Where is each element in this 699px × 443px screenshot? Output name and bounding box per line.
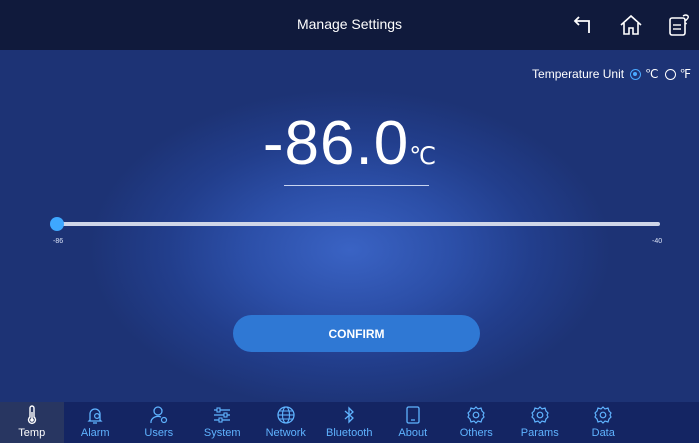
nav-item-system[interactable]: System [191,402,255,443]
nav-item-label: Temp [18,427,46,439]
gear-icon [594,406,612,424]
temperature-unit-selector: Temperature Unit ℃ ℉ [532,67,691,81]
sliders-icon [214,407,231,423]
unit-option-fahrenheit[interactable]: ℉ [664,67,691,81]
nav-item-label: System [203,427,241,439]
alarm-gear-icon [87,408,103,424]
thermometer-icon [27,405,36,425]
unit-option-label: ℉ [679,67,691,81]
gear-icon [531,406,549,424]
temperature-slider-thumb[interactable] [50,217,64,231]
nav-item-label: Users [144,427,174,439]
bluetooth-icon [344,406,355,424]
setpoint-unit: ℃ [409,143,437,170]
user-gear-icon [150,406,167,424]
nav-item-others[interactable]: Others [445,402,509,443]
nav-item-about[interactable]: About [381,402,445,443]
bottom-nav: Temp Alarm Users System Network Bluetoot… [0,402,699,443]
temperature-unit-label: Temperature Unit [532,67,625,81]
back-icon[interactable] [569,13,595,37]
nav-item-data[interactable]: Data [572,402,636,443]
globe-icon [277,406,295,424]
nav-item-network[interactable]: Network [254,402,318,443]
nav-item-temp[interactable]: Temp [0,402,64,443]
gear-icon [467,406,485,424]
nav-item-label: Data [591,427,615,439]
confirm-button[interactable]: CONFIRM [233,315,480,352]
nav-item-label: About [398,427,428,439]
slider-max-label: -40 [652,238,663,245]
nav-item-users[interactable]: Users [127,402,191,443]
radio-selected-icon[interactable] [630,68,642,80]
setpoint-display: -86.0℃ [0,108,699,179]
nav-item-label: Bluetooth [326,427,373,439]
home-icon[interactable] [618,13,644,37]
help-icon[interactable] [666,13,692,37]
nav-item-alarm[interactable]: Alarm [64,402,128,443]
tablet-icon [406,406,420,424]
nav-item-params[interactable]: Params [508,402,572,443]
nav-item-label: Network [265,427,306,439]
slider-min-label: -86 [53,238,64,245]
unit-option-label: ℃ [645,67,659,81]
setpoint-value: -86.0 [262,109,410,178]
top-bar: Manage Settings [0,0,699,50]
radio-unselected-icon[interactable] [664,68,676,80]
nav-item-label: Others [459,427,493,439]
nav-item-bluetooth[interactable]: Bluetooth [318,402,382,443]
unit-option-celsius[interactable]: ℃ [630,67,659,81]
nav-item-label: Params [520,427,559,439]
temperature-slider-track[interactable] [57,222,660,226]
setpoint-underline [284,185,429,186]
nav-item-label: Alarm [80,427,110,439]
